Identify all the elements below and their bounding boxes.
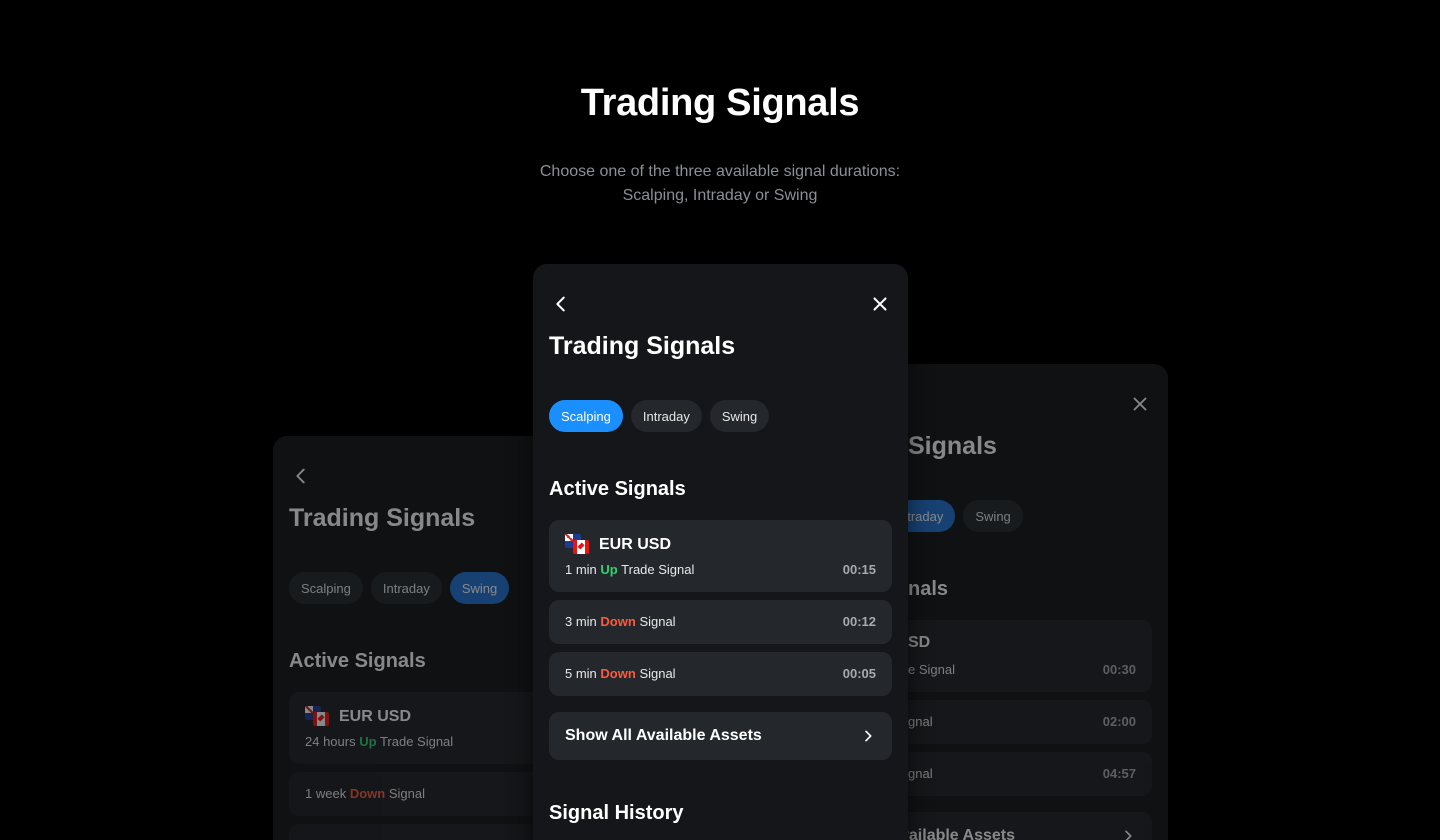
signal-card[interactable]: gnal 02:00 bbox=[868, 700, 1152, 744]
signal-suffix: Signal bbox=[388, 786, 425, 801]
asset-label: EUR USD bbox=[339, 708, 412, 725]
chevron-right-icon bbox=[865, 730, 872, 742]
back-button[interactable] bbox=[549, 292, 573, 316]
tab-swing[interactable]: Swing bbox=[963, 500, 1023, 532]
close-button[interactable] bbox=[1128, 392, 1152, 416]
signal-direction: Up bbox=[359, 734, 377, 749]
intraday-panel: Signals ntraday Swing nals SD e Signal 0… bbox=[868, 364, 1168, 840]
back-button[interactable] bbox=[289, 464, 313, 488]
signal-direction: Down bbox=[600, 666, 636, 681]
close-icon bbox=[1133, 397, 1147, 411]
tab-swing[interactable]: Swing bbox=[449, 572, 510, 604]
signal-card[interactable]: SD e Signal 00:30 bbox=[868, 620, 1152, 692]
signal-duration: 5 min bbox=[565, 666, 597, 681]
signal-card[interactable]: gnal 04:57 bbox=[868, 752, 1152, 796]
signal-timer: 00:15 bbox=[842, 562, 876, 577]
signal-timer: 00:12 bbox=[842, 614, 876, 629]
asset-name: EUR USD bbox=[565, 534, 671, 556]
signal-direction: Down bbox=[349, 786, 386, 801]
signal-suffix: Trade Signal bbox=[379, 734, 454, 749]
signal-line: e Signal bbox=[908, 662, 955, 677]
tab-intraday[interactable]: Intraday bbox=[370, 572, 442, 604]
signal-duration: 3 min bbox=[565, 614, 597, 629]
signal-suffix: Signal bbox=[639, 614, 676, 629]
signal-direction: Down bbox=[600, 614, 636, 629]
scalping-panel: Trading Signals Scalping Intraday Swing … bbox=[533, 264, 908, 840]
show-all-assets-button[interactable]: vailable Assets bbox=[868, 812, 1152, 840]
signal-line: 1 week Down Signal bbox=[305, 786, 425, 801]
eur-usd-flag-icon bbox=[565, 534, 591, 556]
swing-panel: Trading Signals Scalping Intraday Swing … bbox=[273, 436, 573, 840]
show-all-label: vailable Assets bbox=[900, 827, 1016, 840]
eur-usd-flag-icon bbox=[305, 706, 331, 728]
active-signals-heading: Active Signals bbox=[549, 478, 686, 500]
signal-line: 3 min Down Signal bbox=[565, 614, 676, 629]
hero-subtitle: Choose one of the three available signal… bbox=[0, 160, 1440, 208]
hero-subtitle-line-2: Scalping, Intraday or Swing bbox=[622, 187, 818, 204]
signal-duration: 24 hours bbox=[305, 734, 356, 749]
duration-tabs: Scalping Intraday Swing bbox=[289, 572, 510, 604]
duration-tabs: Scalping Intraday Swing bbox=[549, 400, 770, 432]
panel-title: Trading Signals bbox=[289, 504, 476, 532]
tab-scalping[interactable]: Scalping bbox=[289, 572, 363, 604]
signal-card[interactable]: 3 min Down Signal 00:12 bbox=[549, 600, 892, 644]
signal-timer: 02:00 bbox=[1102, 714, 1136, 729]
close-icon bbox=[873, 297, 887, 311]
signal-duration: 1 min bbox=[565, 562, 597, 577]
signal-card[interactable]: 5 min Down Signal 00:05 bbox=[549, 652, 892, 696]
signal-line: 24 hours Up Trade Signal bbox=[305, 734, 453, 749]
signal-line: gnal bbox=[908, 714, 933, 729]
show-all-label: Show All Available Assets bbox=[565, 727, 762, 744]
signal-card[interactable] bbox=[289, 824, 573, 840]
signal-line: gnal bbox=[908, 766, 933, 781]
active-signals-heading: Active Signals bbox=[289, 650, 426, 672]
signal-timer: 00:30 bbox=[1102, 662, 1136, 677]
signal-timer: 00:05 bbox=[842, 666, 876, 681]
active-signals-heading: nals bbox=[908, 578, 949, 600]
show-all-assets-button[interactable]: Show All Available Assets bbox=[549, 712, 892, 760]
hero-subtitle-line-1: Choose one of the three available signal… bbox=[539, 163, 901, 180]
chevron-right-icon bbox=[1125, 830, 1132, 840]
close-button[interactable] bbox=[868, 292, 892, 316]
tab-swing[interactable]: Swing bbox=[709, 400, 770, 432]
asset-name: EUR USD bbox=[305, 706, 411, 728]
signal-duration: 1 week bbox=[305, 786, 347, 801]
hero-title: Trading Signals bbox=[580, 82, 860, 124]
signal-history-heading: Signal History bbox=[549, 802, 684, 824]
signal-suffix: Signal bbox=[639, 666, 676, 681]
signal-card[interactable]: EUR USD 1 min Up Trade Signal 00:15 bbox=[549, 520, 892, 592]
signal-line: 5 min Down Signal bbox=[565, 666, 676, 681]
panel-title: Signals bbox=[908, 432, 997, 460]
signal-card[interactable]: EUR USD 24 hours Up Trade Signal bbox=[289, 692, 573, 764]
tab-scalping[interactable]: Scalping bbox=[549, 400, 623, 432]
duration-tabs: ntraday Swing bbox=[888, 500, 1023, 532]
signal-timer: 04:57 bbox=[1102, 766, 1136, 781]
asset-label: EUR USD bbox=[599, 536, 672, 553]
chevron-left-icon bbox=[296, 468, 305, 484]
chevron-left-icon bbox=[556, 296, 565, 312]
signal-line: 1 min Up Trade Signal bbox=[565, 562, 694, 577]
tab-intraday[interactable]: Intraday bbox=[630, 400, 702, 432]
asset-label: SD bbox=[908, 634, 931, 651]
panel-title: Trading Signals bbox=[549, 332, 736, 360]
signal-card[interactable]: 1 week Down Signal bbox=[289, 772, 573, 816]
signal-direction: Up bbox=[600, 562, 618, 577]
signal-suffix: Trade Signal bbox=[621, 562, 695, 577]
